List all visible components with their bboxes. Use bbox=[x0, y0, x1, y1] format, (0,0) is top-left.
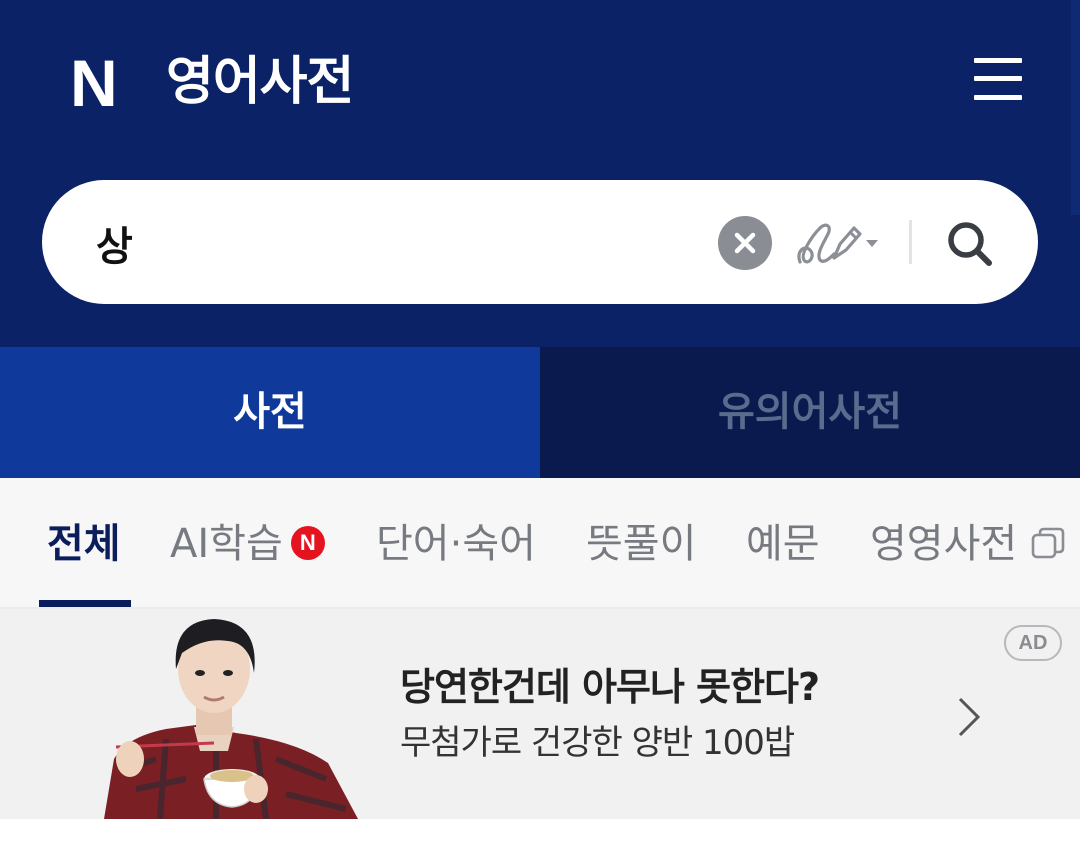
close-icon bbox=[734, 232, 756, 254]
nav-item-all[interactable]: 전체 bbox=[47, 518, 121, 570]
ad-headline: 당연한건데 아무나 못한다? bbox=[400, 665, 820, 709]
divider bbox=[909, 220, 912, 264]
nav-item-english-english[interactable]: 영영사전 bbox=[870, 518, 1017, 570]
ad-subtext: 무첨가로 건강한 양반 100밥 bbox=[400, 723, 795, 763]
naver-logo[interactable]: N bbox=[70, 50, 122, 116]
nav-item-label: 단어·숙어 bbox=[376, 521, 536, 567]
external-window-icon bbox=[1031, 527, 1065, 559]
tab-dictionary[interactable]: 사전 bbox=[0, 347, 540, 478]
nav-item-definitions[interactable]: 뜻풀이 bbox=[586, 518, 696, 570]
active-tab-indicator bbox=[39, 600, 131, 607]
search-icon bbox=[948, 222, 992, 266]
nav-item-examples[interactable]: 예문 bbox=[746, 518, 820, 570]
search-bar bbox=[42, 180, 1038, 304]
nav-item-label: AI학습 bbox=[170, 521, 283, 567]
chevron-right-icon bbox=[958, 697, 981, 737]
ad-banner[interactable]: 당연한건데 아무나 못한다? 무첨가로 건강한 양반 100밥 AD bbox=[0, 609, 1080, 819]
ad-image bbox=[104, 619, 358, 819]
page-title[interactable]: 영어사전 bbox=[166, 44, 354, 120]
nav-item-label: 전체 bbox=[47, 521, 121, 567]
new-badge: N bbox=[290, 526, 325, 560]
nav-item-label: 영영사전 bbox=[870, 521, 1018, 567]
menu-button[interactable] bbox=[970, 55, 1026, 107]
app-header: N 영어사전 bbox=[0, 0, 1080, 347]
category-nav: 전체 AI학습 N 단어·숙어 뜻풀이 예문 영영사전 bbox=[0, 478, 1080, 609]
clear-button[interactable] bbox=[718, 216, 772, 270]
hamburger-icon bbox=[974, 58, 1022, 63]
tab-thesaurus[interactable]: 유의어사전 bbox=[540, 347, 1080, 478]
scrollbar[interactable] bbox=[1071, 0, 1080, 215]
nav-item-words-idioms[interactable]: 단어·숙어 bbox=[376, 518, 536, 570]
search-input[interactable] bbox=[94, 206, 698, 280]
nav-item-label: 뜻풀이 bbox=[586, 521, 697, 567]
search-button[interactable] bbox=[938, 214, 1004, 274]
nav-item-ai-learning[interactable]: AI학습 N bbox=[170, 518, 325, 570]
handwriting-input-button[interactable] bbox=[794, 214, 886, 272]
ad-badge[interactable]: AD bbox=[1004, 625, 1062, 661]
handwriting-icon bbox=[797, 223, 878, 264]
nav-item-label: 예문 bbox=[746, 521, 820, 567]
